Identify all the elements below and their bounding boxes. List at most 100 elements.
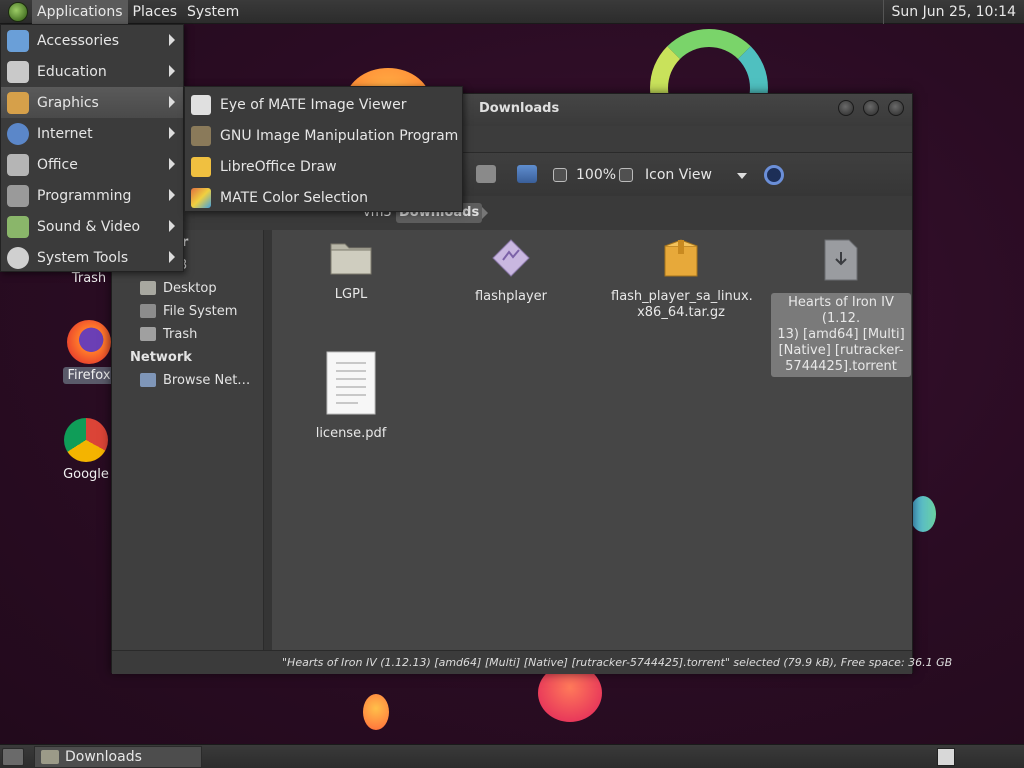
status-text: "Hearts of Iron IV (1.12.13) [amd64] [Mu… bbox=[282, 656, 953, 669]
menu-item-office[interactable]: Office bbox=[1, 149, 183, 180]
workspace-switcher[interactable] bbox=[937, 748, 955, 766]
file-item[interactable]: Hearts of Iron IV (1.12. 13) [amd64] [Mu… bbox=[771, 238, 911, 377]
applications-dropdown: Accessories Education Graphics Internet … bbox=[0, 24, 184, 272]
submenu-item-label: MATE Color Selection bbox=[220, 189, 368, 206]
programming-icon bbox=[7, 184, 29, 207]
decorative-small-orange-blob bbox=[363, 694, 389, 730]
chevron-right-icon bbox=[169, 34, 175, 46]
top-panel: Applications Places System Sun Jun 25, 1… bbox=[0, 0, 1024, 24]
menu-item-label: Education bbox=[37, 63, 107, 80]
sidebar-item-label: Desktop bbox=[163, 280, 217, 296]
places-menu[interactable]: Places bbox=[128, 0, 183, 24]
minimize-button[interactable] bbox=[838, 100, 854, 116]
menu-item-programming[interactable]: Programming bbox=[1, 180, 183, 211]
firefox-icon bbox=[67, 320, 111, 364]
submenu-item-gimp[interactable]: GNU Image Manipulation Program bbox=[185, 120, 462, 151]
menu-item-system-tools[interactable]: System Tools bbox=[1, 242, 183, 273]
sidebar-item-desktop[interactable]: Desktop bbox=[140, 278, 217, 298]
menu-item-label: Sound & Video bbox=[37, 218, 141, 235]
menu-item-label: Programming bbox=[37, 187, 132, 204]
file-item[interactable]: LGPL bbox=[281, 238, 421, 303]
chevron-right-icon[interactable] bbox=[482, 207, 488, 219]
places-sidebar: er 3 Desktop File System Trash Network B… bbox=[112, 230, 264, 674]
search-icon[interactable] bbox=[764, 165, 784, 185]
icon-view: LGPL flashplayer flash_player_sa_linux. … bbox=[272, 230, 912, 650]
chevron-right-icon bbox=[169, 127, 175, 139]
menu-item-label: Office bbox=[37, 156, 78, 173]
file-name: flash_player_sa_linux. x86_64.tar.gz bbox=[611, 289, 753, 320]
clock[interactable]: Sun Jun 25, 10:14 bbox=[882, 0, 1020, 24]
file-name: license.pdf bbox=[315, 426, 387, 441]
zoom-out-icon[interactable] bbox=[553, 168, 567, 182]
sidebar-item-label: File System bbox=[163, 303, 238, 319]
system-tools-icon bbox=[7, 246, 29, 269]
close-button[interactable] bbox=[888, 100, 904, 116]
submenu-item-libreoffice-draw[interactable]: LibreOffice Draw bbox=[185, 151, 462, 182]
filesystem-icon bbox=[140, 304, 156, 318]
submenu-item-label: GNU Image Manipulation Program bbox=[220, 127, 459, 144]
file-item[interactable]: flash_player_sa_linux. x86_64.tar.gz bbox=[611, 238, 753, 321]
home-icon[interactable] bbox=[476, 165, 496, 183]
menu-item-label: Graphics bbox=[37, 94, 99, 111]
folder-icon bbox=[41, 750, 59, 764]
gimp-icon bbox=[191, 125, 211, 146]
status-bar: "Hearts of Iron IV (1.12.13) [amd64] [Mu… bbox=[112, 650, 952, 674]
sidebar-item-label: Trash bbox=[163, 326, 198, 342]
education-icon bbox=[7, 60, 29, 83]
file-item[interactable]: flashplayer bbox=[441, 238, 581, 305]
show-desktop-icon[interactable] bbox=[2, 748, 24, 766]
chevron-right-icon bbox=[169, 65, 175, 77]
system-menu[interactable]: System bbox=[182, 0, 244, 24]
zoom-level[interactable]: 100% bbox=[576, 167, 616, 183]
chevron-right-icon bbox=[169, 251, 175, 263]
pdf-icon bbox=[326, 351, 376, 415]
submenu-item-image-viewer[interactable]: Eye of MATE Image Viewer bbox=[185, 89, 462, 120]
zoom-in-icon[interactable] bbox=[619, 168, 633, 182]
chevron-right-icon bbox=[169, 96, 175, 108]
desktop-folder-icon bbox=[140, 281, 156, 295]
file-name: Hearts of Iron IV (1.12. 13) [amd64] [Mu… bbox=[771, 293, 911, 377]
menu-item-graphics[interactable]: Graphics bbox=[1, 87, 183, 118]
view-mode-select[interactable]: Icon View bbox=[645, 167, 712, 183]
graphics-icon bbox=[7, 91, 29, 114]
menu-item-label: System Tools bbox=[37, 249, 129, 266]
taskbar-item-label: Downloads bbox=[65, 749, 142, 765]
computer-icon[interactable] bbox=[517, 165, 537, 183]
internet-icon bbox=[7, 122, 29, 145]
image-viewer-icon bbox=[191, 94, 211, 115]
submenu-item-label: Eye of MATE Image Viewer bbox=[220, 96, 407, 113]
applications-menu[interactable]: Applications bbox=[32, 0, 128, 24]
executable-icon bbox=[492, 239, 530, 277]
accessories-icon bbox=[7, 29, 29, 52]
chevron-right-icon bbox=[169, 220, 175, 232]
submenu-item-label: LibreOffice Draw bbox=[220, 158, 337, 175]
maximize-button[interactable] bbox=[863, 100, 879, 116]
archive-icon bbox=[664, 239, 698, 277]
taskbar-item-downloads[interactable]: Downloads bbox=[34, 746, 202, 768]
menu-item-sound-video[interactable]: Sound & Video bbox=[1, 211, 183, 242]
folder-icon bbox=[330, 243, 372, 275]
sidebar-item-file-system[interactable]: File System bbox=[140, 301, 237, 321]
bottom-panel: Downloads bbox=[0, 744, 1024, 768]
chevron-right-icon bbox=[169, 189, 175, 201]
mate-logo-icon bbox=[8, 1, 28, 22]
menu-item-education[interactable]: Education bbox=[1, 56, 183, 87]
menu-item-label: Internet bbox=[37, 125, 93, 142]
desktop-icon-label: Firefox bbox=[63, 367, 115, 384]
sidebar-item-browse-network[interactable]: Browse Net… bbox=[140, 370, 250, 390]
decorative-blue-blob bbox=[910, 496, 936, 532]
sound-video-icon bbox=[7, 215, 29, 238]
submenu-item-color-selection[interactable]: MATE Color Selection bbox=[185, 182, 462, 213]
file-name: LGPL bbox=[334, 287, 368, 302]
menu-item-internet[interactable]: Internet bbox=[1, 118, 183, 149]
menu-item-accessories[interactable]: Accessories bbox=[1, 25, 183, 56]
chevron-right-icon bbox=[169, 158, 175, 170]
sidebar-item-label: Browse Net… bbox=[163, 372, 251, 388]
file-item[interactable]: license.pdf bbox=[281, 351, 421, 442]
trash-icon bbox=[140, 327, 156, 341]
chevron-down-icon[interactable] bbox=[737, 173, 747, 179]
sidebar-scrollbar[interactable] bbox=[264, 230, 272, 650]
sidebar-item-trash[interactable]: Trash bbox=[140, 324, 197, 344]
network-icon bbox=[140, 373, 156, 387]
libreoffice-draw-icon bbox=[191, 156, 211, 177]
